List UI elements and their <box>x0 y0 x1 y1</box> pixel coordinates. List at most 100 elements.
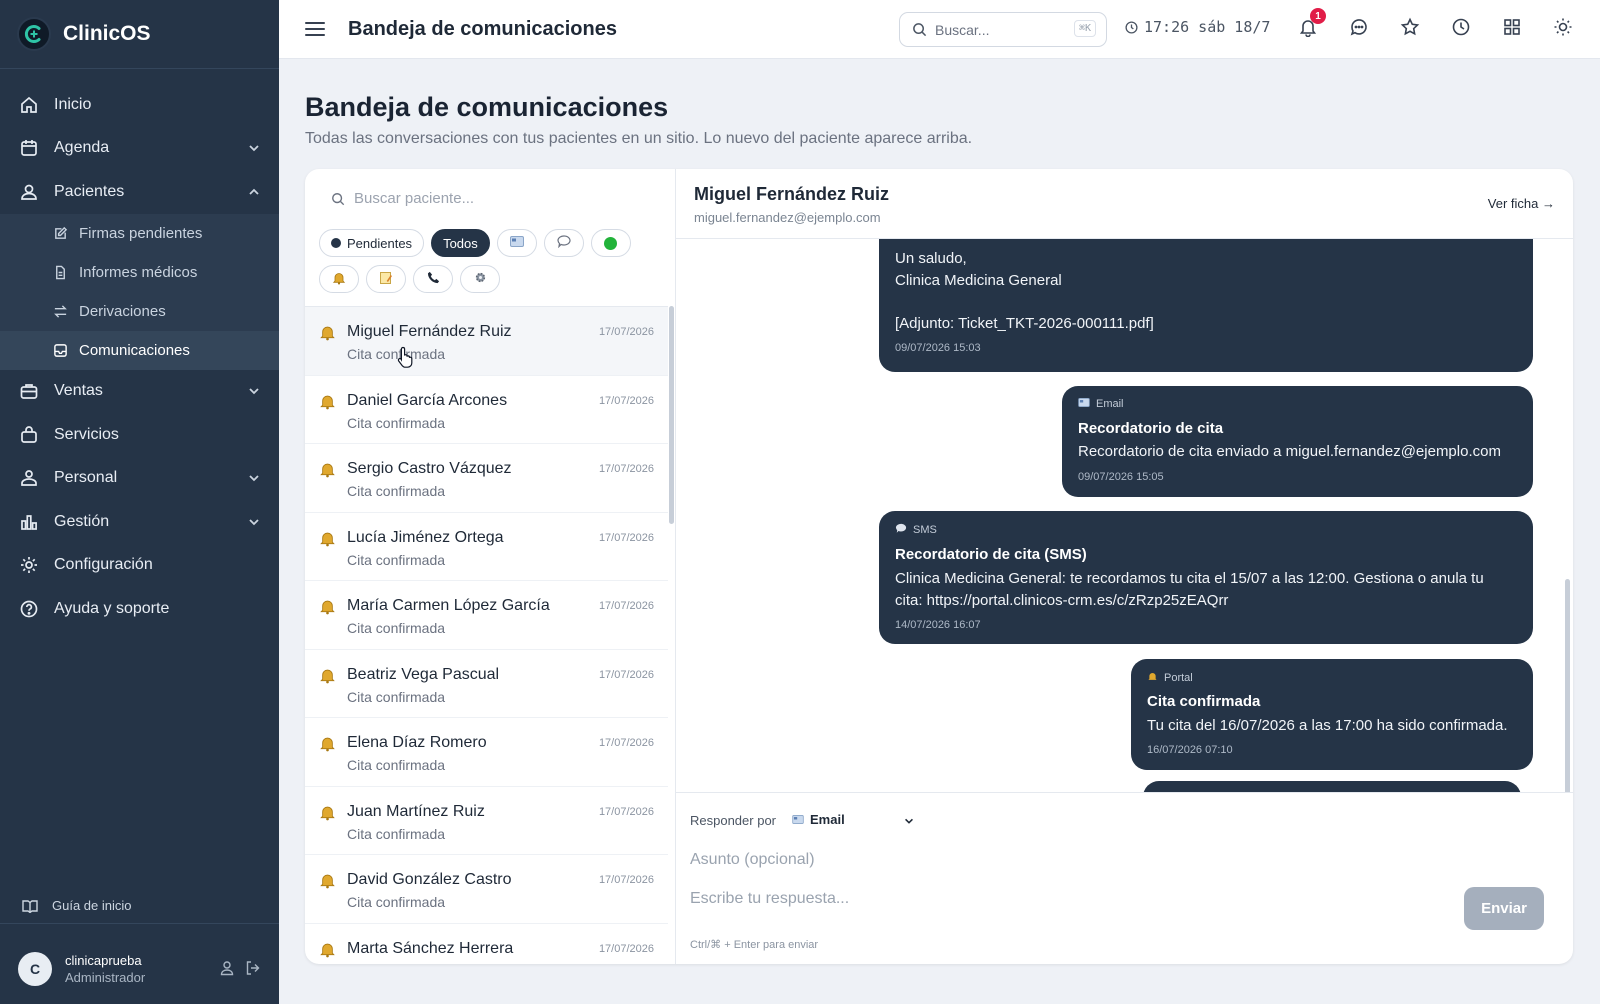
message-body: Recordatorio de cita enviado a miguel.fe… <box>1078 443 1501 460</box>
patient-row[interactable]: Marta Sánchez Herrera 17/07/2026 <box>305 924 668 965</box>
message-attachment[interactable]: [Adjunto: Ticket_TKT-2026-000111.pdf] <box>895 313 1154 335</box>
users-icon <box>18 181 40 203</box>
sidebar-item-personal[interactable]: Personal <box>0 457 279 501</box>
patient-list: Miguel Fernández Ruiz Cita confirmada 17/0… <box>305 306 668 964</box>
logout-icon[interactable] <box>245 960 261 981</box>
avatar[interactable]: C <box>18 952 52 986</box>
calendar-icon <box>18 137 40 159</box>
patient-last-message: Cita confirmada <box>347 688 446 705</box>
global-search-input[interactable]: Buscar... ⌘K <box>899 12 1107 47</box>
theme-toggle[interactable] <box>1552 16 1573 37</box>
sidebar-item-ventas[interactable]: Ventas <box>0 370 279 414</box>
conversation-patient-email: miguel.fernandez@ejemplo.com <box>694 210 881 225</box>
message-title: Recordatorio de cita (SMS) <box>895 546 1087 563</box>
page-subtitle: Todas las conversaciones con tus pacient… <box>305 130 973 147</box>
bell-icon <box>319 804 336 826</box>
sidebar-item-configuracion[interactable]: Configuración <box>0 544 279 588</box>
filter-label: Pendientes <box>347 235 413 251</box>
sidebar-item-gestion[interactable]: Gestión <box>0 500 279 544</box>
messages-button[interactable] <box>1348 16 1369 37</box>
history-button[interactable] <box>1450 16 1471 37</box>
patient-name: Juan Martínez Ruiz <box>347 802 485 820</box>
filter-calls[interactable] <box>413 265 453 293</box>
sidebar-item-label: Informes médicos <box>79 263 198 281</box>
filter-notes[interactable] <box>366 265 406 293</box>
send-button[interactable]: Enviar <box>1464 887 1544 930</box>
topbar-title: Bandeja de comunicaciones <box>348 17 617 40</box>
sidebar-item-label: Gestión <box>54 512 110 530</box>
sidebar-item-inicio[interactable]: Inicio <box>0 83 279 127</box>
topbar: Bandeja de comunicaciones Buscar... ⌘K 1… <box>279 0 1600 59</box>
sidebar-item-informes[interactable]: Informes médicos <box>0 253 279 292</box>
filter-sms[interactable] <box>543 229 584 257</box>
patient-row[interactable]: Sergio Castro Vázquez Cita confirmada 17/0… <box>305 444 668 513</box>
filter-system[interactable] <box>460 265 500 293</box>
chat-icon <box>1350 18 1367 35</box>
reply-textarea[interactable]: Escribe tu respuesta... <box>690 890 849 908</box>
notifications-button[interactable]: 1 <box>1297 8 1326 37</box>
patient-name: Miguel Fernández Ruiz <box>347 323 512 340</box>
patient-row[interactable]: David González Castro Cita confirmada 17/0… <box>305 855 668 924</box>
brand[interactable]: ClinicOS <box>0 0 279 69</box>
patient-row[interactable]: Beatriz Vega Pascual Cita confirmada 17/07… <box>305 650 668 718</box>
filter-pendientes[interactable]: Pendientes <box>319 229 425 257</box>
list-scrollbar[interactable] <box>669 306 674 524</box>
sidebar-item-label: Pacientes <box>54 182 125 200</box>
patient-name: Sergio Castro Vázquez <box>347 460 512 477</box>
message-channel: Email <box>1078 398 1124 410</box>
message-title: Recordatorio de cita <box>1078 420 1224 437</box>
message-body: Clinica Medicina General <box>895 272 1062 289</box>
chevron-down-icon[interactable] <box>903 815 915 827</box>
phone-icon <box>427 271 440 287</box>
grid-icon <box>1503 18 1520 35</box>
filter-online[interactable] <box>590 229 631 257</box>
message-bubble <box>1143 781 1521 792</box>
patient-row[interactable]: Daniel García Arcones Cita confirmada 17/0… <box>305 376 668 444</box>
profile-icon[interactable] <box>219 960 235 981</box>
filter-todos[interactable]: Todos <box>431 229 490 257</box>
patient-date: 17/07/2026 <box>598 463 654 475</box>
patient-date: 17/07/2026 <box>598 531 654 544</box>
patient-last-message: Cita confirmada <box>347 757 446 773</box>
bell-icon <box>332 271 346 288</box>
view-record-link[interactable]: Ver ficha → <box>1488 196 1555 211</box>
sidebar-item-comunicaciones[interactable]: Comunicaciones <box>0 330 279 370</box>
channel-label: Portal <box>1164 672 1193 684</box>
subject-input[interactable]: Asunto (opcional) <box>690 851 815 869</box>
sidebar-item-pacientes[interactable]: Pacientes <box>0 170 279 214</box>
conversation-patient-name: Miguel Fernández Ruiz <box>694 184 890 204</box>
patient-row[interactable]: Miguel Fernández Ruiz Cita confirmada 17/0… <box>305 307 668 376</box>
sidebar-item-ayuda[interactable]: Ayuda y soporte <box>0 587 279 631</box>
menu-icon[interactable] <box>305 22 325 36</box>
patient-last-message: Cita confirmada <box>347 825 446 842</box>
bell-icon <box>319 941 336 963</box>
patient-row[interactable]: Lucía Jiménez Ortega Cita confirmada 17/07… <box>305 513 668 581</box>
patient-row[interactable]: María Carmen López García Cita confirmada… <box>305 581 668 650</box>
guide-link[interactable]: Guía de inicio <box>0 888 279 924</box>
sidebar-item-agenda[interactable]: Agenda <box>0 127 279 171</box>
user-panel: C clinicaprueba Administrador <box>0 934 279 1004</box>
patient-row[interactable]: Juan Martínez Ruiz Cita confirmada 17/07/2… <box>305 787 668 855</box>
sidebar-item-servicios[interactable]: Servicios <box>0 413 279 457</box>
filter-email[interactable] <box>496 229 537 257</box>
message-thread: Un saludo, Clinica Medicina General [Adj… <box>676 239 1573 792</box>
file-icon <box>53 264 69 280</box>
patient-name: María Carmen López García <box>347 597 550 614</box>
patient-search-input[interactable]: Buscar paciente... <box>331 190 474 207</box>
sidebar-item-firmas[interactable]: Firmas pendientes <box>0 214 279 253</box>
message-channel: Portal <box>1147 671 1193 685</box>
patient-date: 17/07/2026 <box>598 600 654 612</box>
filter-portal[interactable] <box>319 265 359 293</box>
memo-icon <box>379 271 393 288</box>
gear-icon <box>474 271 487 287</box>
apps-button[interactable] <box>1501 16 1522 37</box>
patient-row[interactable]: Elena Díaz Romero Cita confirmada 17/07/20… <box>305 718 668 787</box>
bell-icon <box>319 872 336 894</box>
home-icon <box>18 94 40 116</box>
clock: 17:26 sáb 18/7 <box>1125 18 1270 36</box>
green-dot-icon <box>604 236 618 250</box>
topbar-actions: 1 <box>1297 8 1573 37</box>
thread-scrollbar[interactable] <box>1565 579 1570 792</box>
favorites-button[interactable] <box>1399 16 1420 37</box>
sidebar-item-derivaciones[interactable]: Derivaciones <box>0 292 279 331</box>
